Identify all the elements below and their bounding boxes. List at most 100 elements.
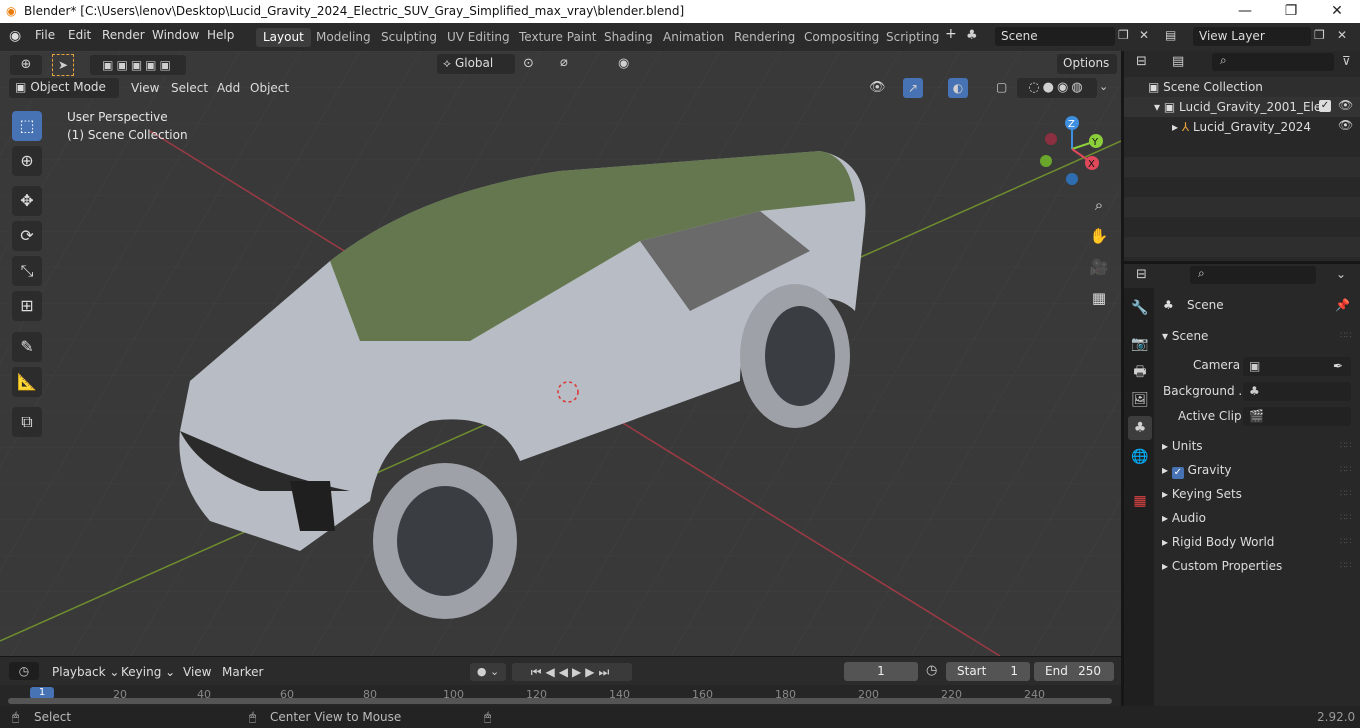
menu-select[interactable]: Select [171,81,208,95]
menu-keying[interactable]: Keying ⌄ [121,665,175,679]
menu-window[interactable]: Window [152,28,199,42]
maximize-button[interactable]: ❐ [1268,0,1314,23]
add-cube-tool[interactable]: ⧉ [12,407,42,437]
object-item[interactable]: ▸ ⅄ Lucid_Gravity_2024 [1172,120,1311,134]
minimize-button[interactable]: — [1222,0,1268,23]
navigation-gizmo[interactable]: Z Y X [1036,111,1112,187]
tool-tab-icon[interactable]: 🔧 [1128,296,1152,320]
scene-icon[interactable]: ♣ [966,28,978,43]
gravity-checkbox[interactable]: ✓ [1171,467,1184,479]
scene-field[interactable]: Scene [995,27,1115,46]
properties-editor-icon[interactable]: ⊟ [1136,267,1147,282]
tab-rendering[interactable]: Rendering [727,28,802,47]
proportional-edit-icon[interactable]: ◉ [618,56,629,71]
tab-scripting[interactable]: Scripting [879,28,946,47]
tab-modeling[interactable]: Modeling [309,28,378,47]
auto-keying-button[interactable]: ● ⌄ [470,663,506,681]
ortho-grid-icon[interactable]: ▦ [1086,285,1112,311]
menu-add[interactable]: Add [217,81,240,95]
zoom-icon[interactable]: ⌕ [1086,192,1112,218]
keying-sets-panel[interactable]: ▸ Keying Sets [1162,487,1242,501]
tab-shading[interactable]: Shading [597,28,660,47]
keying-grip-icon[interactable]: ∷∷ [1340,490,1352,499]
rigid-grip-icon[interactable]: ∷∷ [1340,538,1352,547]
playback-controls[interactable]: ⏮◀◀▶▶⏭ [512,663,632,681]
menu-object[interactable]: Object [250,81,289,95]
shading-mode-icons[interactable]: ◌●◉◍ [1017,78,1097,98]
camera-view-icon[interactable]: 🎥 [1086,254,1112,280]
scene-collection-item[interactable]: ▣ Scene Collection [1148,80,1263,94]
remove-view-layer-icon[interactable]: ✕ [1337,28,1347,42]
units-grip-icon[interactable]: ∷∷ [1340,442,1352,451]
units-panel[interactable]: ▸ Units [1162,439,1203,453]
add-workspace-button[interactable]: + [945,26,957,42]
menu-timeline-view[interactable]: View [183,665,211,679]
pin-icon[interactable]: 📌 [1335,298,1350,312]
overlay-toggle-icon[interactable]: ◐ [948,78,968,98]
move-tool[interactable]: ✥ [12,186,42,216]
shading-dropdown-icon[interactable]: ⌄ [1099,80,1108,93]
tab-compositing[interactable]: Compositing [797,28,886,47]
tab-layout[interactable]: Layout [256,28,311,47]
current-frame-field[interactable]: 1 [844,662,918,681]
menu-render[interactable]: Render [102,28,145,42]
display-mode-icon[interactable]: ▤ [1172,54,1184,69]
menu-view[interactable]: View [131,81,159,95]
active-clip-field[interactable]: 🎬 [1243,407,1351,426]
world-tab-icon[interactable]: 🌐 [1128,445,1152,469]
transform-tool[interactable]: ⊞ [12,291,42,321]
pan-hand-icon[interactable]: ✋ [1086,223,1112,249]
gravity-grip-icon[interactable]: ∷∷ [1340,466,1352,475]
tab-animation[interactable]: Animation [656,28,731,47]
remove-scene-icon[interactable]: ✕ [1139,28,1149,42]
view-layer-tab-icon[interactable]: 🖼 [1128,388,1152,412]
collection-item[interactable]: ▾ ▣ Lucid_Gravity_2001_Ele [1154,100,1321,114]
custom-grip-icon[interactable]: ∷∷ [1340,562,1352,571]
timeline-scrollbar[interactable] [8,698,1112,704]
blender-menu-icon[interactable]: ◉ [9,28,21,44]
eyedropper-icon[interactable]: ✒ [1333,359,1343,373]
visibility-icon[interactable]: 👁 [869,80,886,95]
options-dropdown[interactable]: Options [1057,54,1117,74]
gizmo-toggle-icon[interactable]: ↗ [903,78,923,98]
tab-sculpting[interactable]: Sculpting [374,28,444,47]
menu-marker[interactable]: Marker [222,665,263,679]
menu-file[interactable]: File [35,28,55,42]
xray-icon[interactable]: ▢ [996,80,1007,94]
render-tab-icon[interactable]: 📷 [1128,332,1152,356]
menu-playback[interactable]: Playback ⌄ [52,665,119,679]
properties-search-input[interactable]: ⌕ [1190,266,1316,284]
timeline-editor-icon[interactable]: ◷ [9,662,39,680]
close-button[interactable]: ✕ [1314,0,1360,23]
view-layer-field[interactable]: View Layer [1193,27,1311,46]
select-mode-icons[interactable]: ▣▣▣▣▣ [90,55,186,75]
menu-edit[interactable]: Edit [68,28,91,42]
rigid-body-panel[interactable]: ▸ Rigid Body World [1162,535,1274,549]
gravity-panel[interactable]: ▸ ✓ Gravity [1162,463,1232,479]
select-box-tool[interactable]: ⬚ [12,111,42,141]
transform-orientation-dropdown[interactable]: ⟡ Global [437,54,515,74]
texture-tab-icon[interactable]: ▦ [1128,489,1152,513]
scene-tab-icon[interactable]: ♣ [1128,416,1152,440]
exclude-checkbox[interactable]: ✓ [1319,100,1331,112]
measure-tool[interactable]: 📐 [12,367,42,397]
audio-panel[interactable]: ▸ Audio [1162,511,1206,525]
end-frame-field[interactable]: End 250 [1034,662,1114,681]
outliner-search-input[interactable]: ⌕ [1212,53,1334,71]
audio-grip-icon[interactable]: ∷∷ [1340,514,1352,523]
outliner-editor-icon[interactable]: ⊟ [1136,54,1147,69]
preview-range-icon[interactable]: ◷ [926,663,937,678]
pivot-icon[interactable]: ⊙ [523,56,534,71]
tab-texture-paint[interactable]: Texture Paint [512,28,603,47]
snap-icon[interactable]: ⌀ [560,55,568,70]
background-scene-field[interactable]: ♣ [1243,382,1351,401]
filter-icon[interactable]: ⊽ [1342,54,1351,68]
menu-help[interactable]: Help [207,28,234,42]
scene-section-header[interactable]: ▾ Scene [1162,329,1208,343]
copy-view-layer-icon[interactable]: ❐ [1314,28,1325,42]
collection-visibility-icon[interactable]: 👁 [1338,98,1353,112]
properties-options-icon[interactable]: ⌄ [1336,267,1346,281]
rotate-tool[interactable]: ⟳ [12,221,42,251]
copy-scene-icon[interactable]: ❐ [1118,28,1129,42]
cursor-tool[interactable]: ⊕ [12,146,42,176]
